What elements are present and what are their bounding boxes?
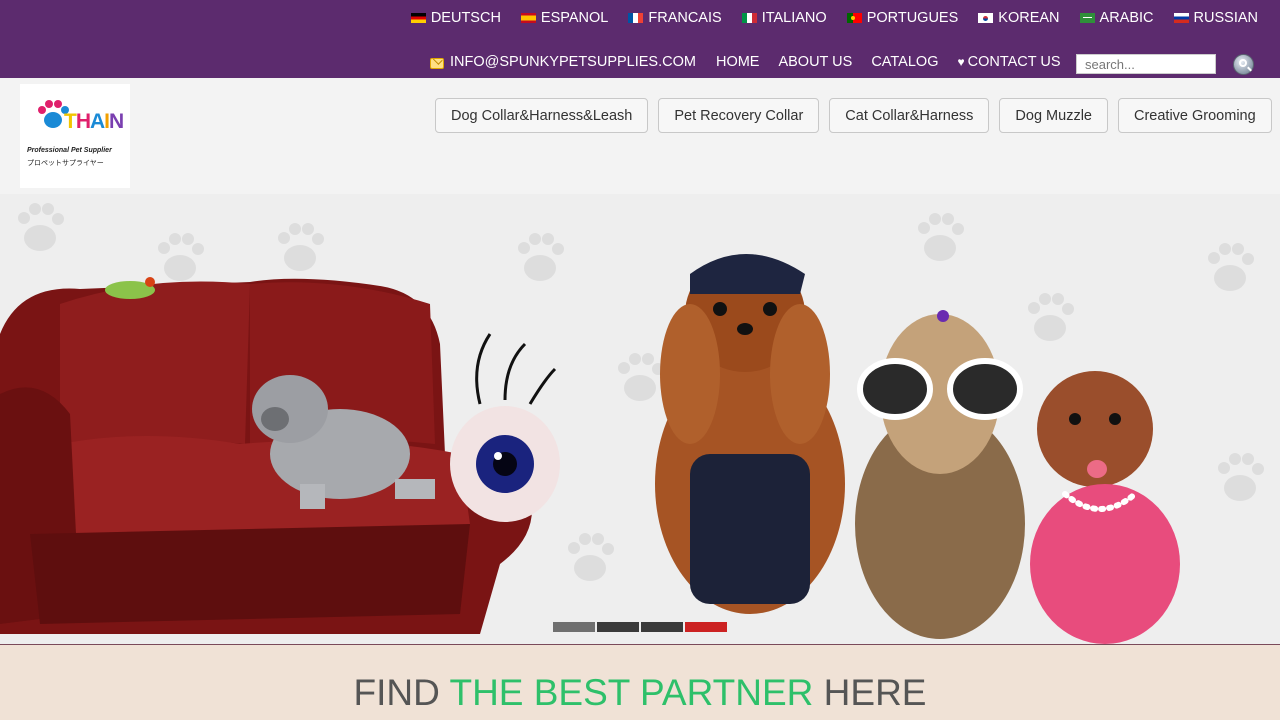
- language-label: ITALIANO: [761, 10, 827, 26]
- magnifier-icon: [1239, 59, 1247, 67]
- logo-tagline: Professional Pet Supplier: [27, 147, 112, 154]
- logo-letter: T: [64, 110, 77, 133]
- banner-text-part2: HERE: [813, 672, 927, 713]
- language-label: RUSSIAN: [1193, 10, 1258, 26]
- korea-flag-icon: [978, 13, 994, 23]
- slider-pagination: [553, 622, 727, 632]
- main-nav: INFO@SPUNKYPETSUPPLIES.COM HOME ABOUT US…: [430, 54, 1061, 70]
- language-label: PORTUGUES: [866, 10, 959, 26]
- italy-flag-icon: [741, 13, 757, 23]
- logo-letter: A: [90, 110, 105, 133]
- mail-icon: [430, 57, 444, 69]
- germany-flag-icon: [410, 13, 426, 23]
- france-flag-icon: [628, 13, 644, 23]
- site-logo[interactable]: THAIN Professional Pet Supplier プロペットサプラ…: [20, 84, 130, 188]
- logo-letter: N: [109, 110, 124, 133]
- search-input[interactable]: [1076, 54, 1216, 74]
- eyeball-image: [450, 333, 560, 522]
- category-cat-collar-harness[interactable]: Cat Collar&Harness: [829, 98, 990, 133]
- russia-flag-icon: [1173, 13, 1189, 23]
- tagline-banner: FIND THE BEST PARTNER HERE: [0, 645, 1280, 720]
- saudi-arabia-flag-icon: [1079, 13, 1095, 23]
- nav-home[interactable]: HOME: [716, 54, 760, 70]
- language-link-espanol[interactable]: ESPANOL: [520, 10, 609, 26]
- category-pet-recovery-collar[interactable]: Pet Recovery Collar: [658, 98, 820, 133]
- hero-slider[interactable]: [0, 194, 1280, 645]
- language-label: KOREAN: [998, 10, 1060, 26]
- yorkie-dog-image: [855, 310, 1025, 639]
- banner-text-highlight: THE BEST PARTNER: [449, 672, 814, 713]
- header: THAIN Professional Pet Supplier プロペットサプラ…: [0, 78, 1280, 194]
- email-label: INFO@SPUNKYPETSUPPLIES.COM: [450, 54, 696, 70]
- top-bar: DEUTSCH ESPANOL FRANCAIS ITALIANO PORTUG…: [0, 0, 1280, 78]
- email-link[interactable]: INFO@SPUNKYPETSUPPLIES.COM: [430, 54, 696, 70]
- language-label: DEUTSCH: [430, 10, 501, 26]
- language-link-portugues[interactable]: PORTUGUES: [846, 10, 959, 26]
- slider-dot-3[interactable]: [641, 622, 683, 632]
- nav-catalog[interactable]: CATALOG: [871, 54, 938, 70]
- category-buttons: Dog Collar&Harness&Leash Pet Recovery Co…: [435, 98, 1272, 133]
- logo-subtitle-jp: プロペットサプライヤー: [27, 160, 104, 167]
- slider-dot-2[interactable]: [597, 622, 639, 632]
- logo-wordmark: THAIN: [64, 110, 124, 134]
- heart-icon: ♥: [957, 55, 965, 69]
- language-link-francais[interactable]: FRANCAIS: [628, 10, 722, 26]
- language-link-korean[interactable]: KOREAN: [978, 10, 1060, 26]
- nav-contact-label: CONTACT US: [967, 54, 1061, 70]
- language-label: FRANCAIS: [648, 10, 722, 26]
- hero-illustration: [0, 254, 1180, 644]
- language-selector: DEUTSCH ESPANOL FRANCAIS ITALIANO PORTUG…: [410, 10, 1258, 26]
- category-dog-muzzle[interactable]: Dog Muzzle: [999, 98, 1108, 133]
- language-label: ARABIC: [1099, 10, 1154, 26]
- spaniel-dog-image: [655, 254, 845, 614]
- language-link-russian[interactable]: RUSSIAN: [1173, 10, 1258, 26]
- slider-dot-1[interactable]: [553, 622, 595, 632]
- portugal-flag-icon: [846, 13, 862, 23]
- banner-headline: FIND THE BEST PARTNER HERE: [0, 672, 1280, 714]
- search-button[interactable]: [1233, 54, 1254, 75]
- frog-image: [105, 277, 155, 299]
- spain-flag-icon: [520, 13, 536, 23]
- language-link-arabic[interactable]: ARABIC: [1079, 10, 1154, 26]
- language-link-italiano[interactable]: ITALIANO: [741, 10, 827, 26]
- category-creative-grooming[interactable]: Creative Grooming: [1117, 98, 1272, 133]
- category-dog-collar-harness-leash[interactable]: Dog Collar&Harness&Leash: [435, 98, 649, 133]
- language-link-deutsch[interactable]: DEUTSCH: [410, 10, 501, 26]
- nav-about-us[interactable]: ABOUT US: [778, 54, 852, 70]
- poodle-dog-image: [1030, 371, 1180, 644]
- logo-letter: H: [75, 110, 91, 133]
- language-label: ESPANOL: [540, 10, 609, 26]
- nav-contact-us[interactable]: ♥ CONTACT US: [957, 54, 1060, 70]
- slider-dot-4-active[interactable]: [685, 622, 727, 632]
- banner-text-part1: FIND: [353, 672, 450, 713]
